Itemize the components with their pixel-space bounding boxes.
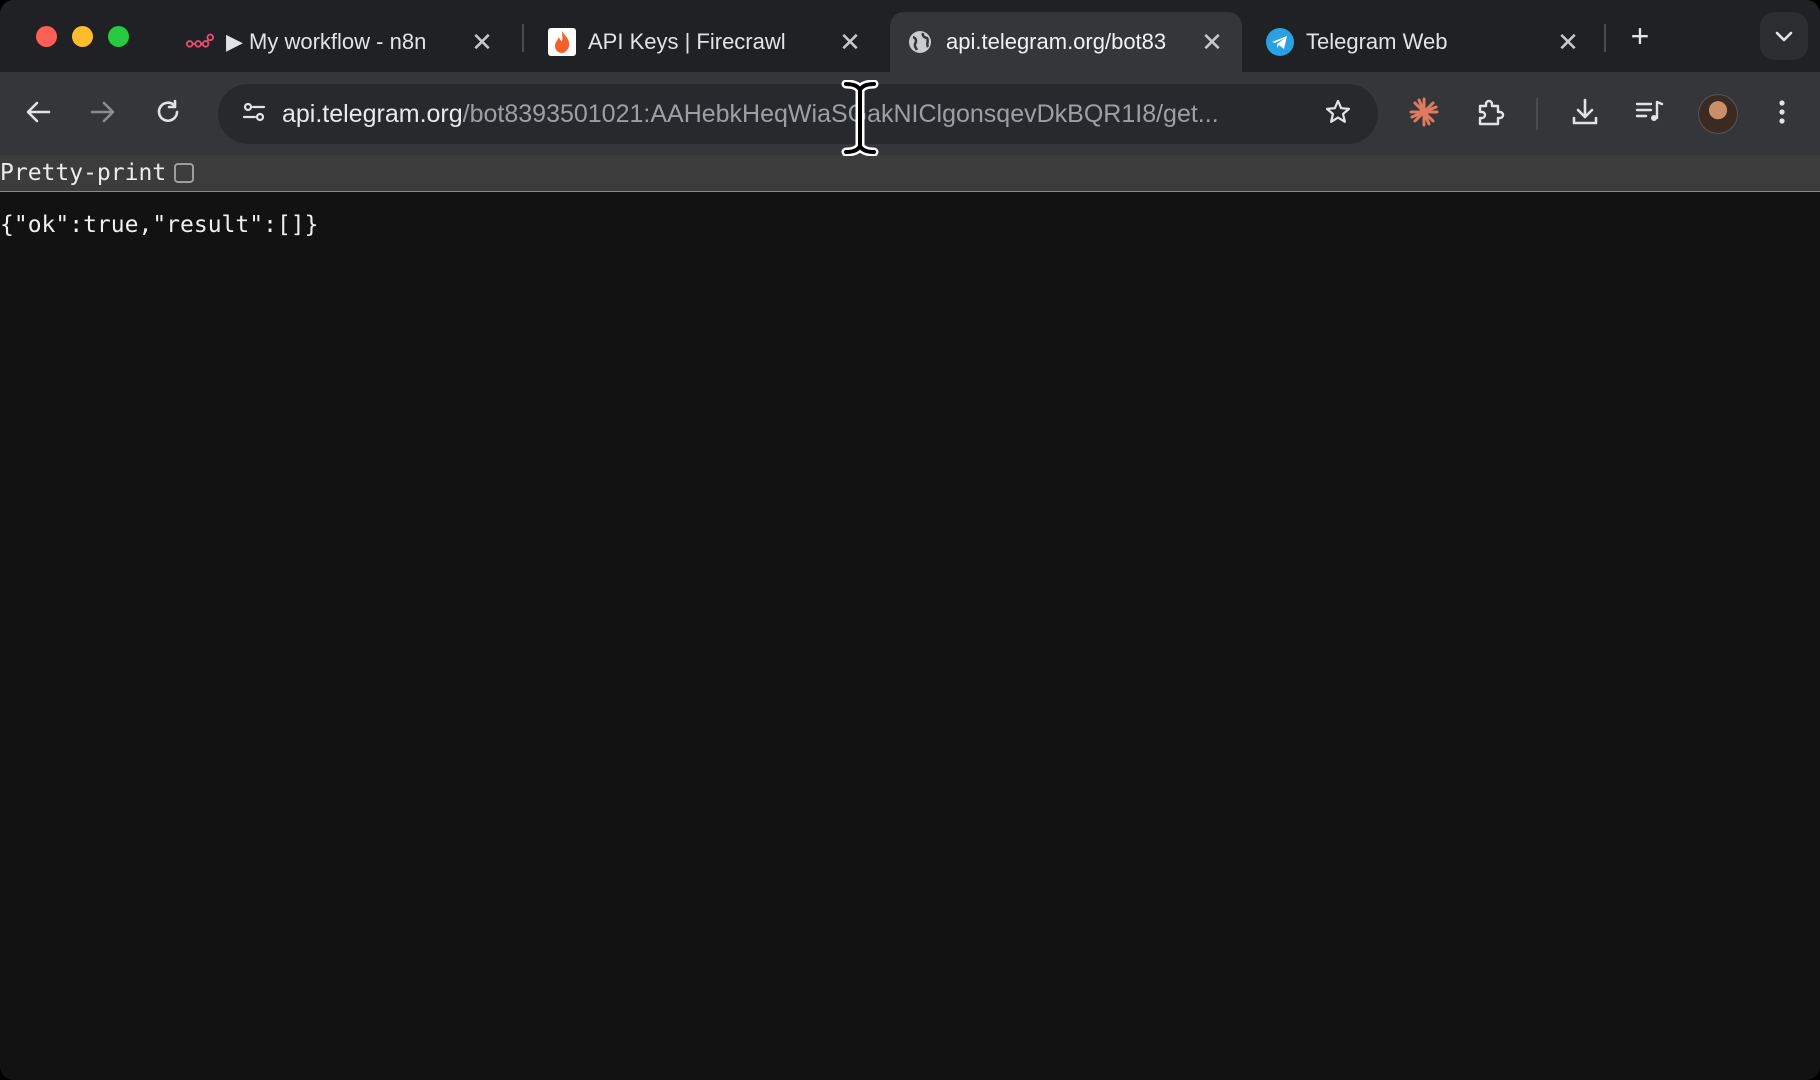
- tune-icon: [241, 100, 267, 129]
- toolbar-divider: [1536, 98, 1538, 130]
- close-tab-icon[interactable]: ✕: [468, 27, 496, 57]
- extensions-button[interactable]: [1468, 92, 1512, 136]
- profile-avatar[interactable]: [1698, 94, 1738, 134]
- close-tab-icon[interactable]: ✕: [1554, 27, 1582, 57]
- forward-button[interactable]: [81, 92, 125, 136]
- more-vert-icon: [1778, 99, 1786, 130]
- pretty-print-checkbox[interactable]: [174, 163, 195, 183]
- firecrawl-flame-icon: [548, 28, 576, 56]
- new-tab-button[interactable]: +: [1622, 18, 1658, 54]
- globe-icon: [906, 28, 934, 56]
- puzzle-icon: [1475, 97, 1505, 132]
- telegram-icon: [1266, 28, 1294, 56]
- star-icon: [1324, 98, 1352, 131]
- reload-icon: [155, 99, 181, 130]
- tab-strip: ▶ My workflow - n8n ✕ API Keys | Firecra…: [0, 0, 1820, 72]
- reload-button[interactable]: [146, 92, 190, 136]
- maximize-window-button[interactable]: [108, 26, 129, 47]
- browser-menu-button[interactable]: [1760, 92, 1804, 136]
- close-window-button[interactable]: [36, 26, 57, 47]
- arrow-left-icon: [25, 100, 51, 129]
- sparkle-icon: [1408, 96, 1440, 133]
- arrow-right-icon: [90, 100, 116, 129]
- tab-title: ▶ My workflow - n8n: [226, 29, 427, 54]
- chevron-down-icon: [1775, 23, 1793, 49]
- site-info-button[interactable]: [232, 92, 276, 136]
- tab-title: api.telegram.org/bot83: [946, 29, 1167, 54]
- close-tab-icon[interactable]: ✕: [1198, 27, 1226, 57]
- tab-divider: [522, 24, 524, 52]
- address-bar[interactable]: api.telegram.org/bot8393501021:AAHebkHeq…: [218, 84, 1378, 144]
- playlist-music-icon: [1635, 99, 1665, 130]
- minimize-window-button[interactable]: [72, 26, 93, 47]
- tab-telegram-api[interactable]: api.telegram.org/bot83 ✕: [890, 12, 1242, 72]
- downloads-button[interactable]: [1563, 92, 1607, 136]
- bookmark-button[interactable]: [1316, 92, 1360, 136]
- tab-title: API Keys | Firecrawl: [588, 29, 786, 54]
- url-text[interactable]: api.telegram.org/bot8393501021:AAHebkHeq…: [282, 84, 1282, 144]
- browser-window: ▶ My workflow - n8n ✕ API Keys | Firecra…: [0, 0, 1820, 1080]
- media-controls-button[interactable]: [1628, 92, 1672, 136]
- back-button[interactable]: [16, 92, 60, 136]
- pretty-print-bar: Pretty-print: [0, 155, 1820, 192]
- tab-search-button[interactable]: [1760, 12, 1808, 60]
- tab-firecrawl[interactable]: API Keys | Firecrawl ✕: [538, 12, 874, 72]
- pretty-print-label: Pretty-print: [0, 160, 167, 186]
- tab-title: Telegram Web: [1306, 29, 1448, 54]
- json-response: {"ok":true,"result":[]}: [0, 212, 319, 238]
- tab-divider: [1604, 24, 1606, 52]
- tab-n8n-workflow[interactable]: ▶ My workflow - n8n ✕: [176, 12, 506, 72]
- claude-extension-button[interactable]: [1402, 92, 1446, 136]
- close-tab-icon[interactable]: ✕: [836, 27, 864, 57]
- page-content: {"ok":true,"result":[]}: [0, 192, 1820, 1080]
- browser-toolbar: api.telegram.org/bot8393501021:AAHebkHeq…: [0, 72, 1820, 155]
- n8n-logo-icon: [186, 28, 214, 56]
- text-cursor-icon: [840, 79, 880, 157]
- url-host: api.telegram.org: [282, 100, 463, 128]
- download-icon: [1570, 97, 1600, 132]
- tab-telegram-web[interactable]: Telegram Web ✕: [1256, 12, 1592, 72]
